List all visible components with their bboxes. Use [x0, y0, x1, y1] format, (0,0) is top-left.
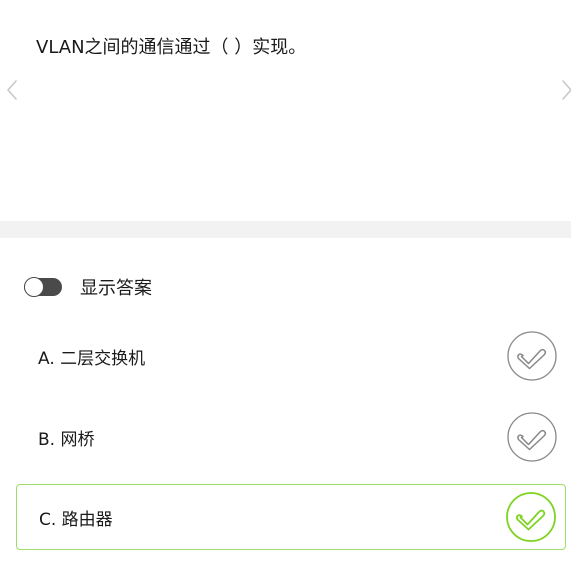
section-divider: [0, 221, 571, 238]
show-answer-row: 显示答案: [24, 273, 152, 301]
option-c-correct[interactable]: C. 路由器: [16, 484, 566, 550]
option-label: B. 网桥: [38, 429, 95, 450]
check-circle-icon: [506, 330, 558, 382]
check-circle-icon: [506, 411, 558, 463]
option-label: A. 二层交换机: [38, 348, 146, 369]
show-answer-toggle[interactable]: [24, 277, 62, 297]
option-a[interactable]: A. 二层交换机: [16, 323, 566, 389]
chevron-right-icon[interactable]: [561, 79, 571, 101]
chevron-left-icon[interactable]: [6, 79, 18, 101]
check-circle-icon: [505, 491, 557, 543]
show-answer-label: 显示答案: [80, 278, 152, 299]
toggle-knob: [24, 277, 44, 297]
question-text: VLAN之间的通信通过（ ）实现。: [36, 37, 307, 58]
option-b[interactable]: B. 网桥: [16, 404, 566, 470]
question-page: VLAN之间的通信通过（ ）实现。 显示答案 A. 二层交换机 B. 网桥 C.…: [0, 0, 571, 568]
option-label: C. 路由器: [39, 509, 113, 530]
